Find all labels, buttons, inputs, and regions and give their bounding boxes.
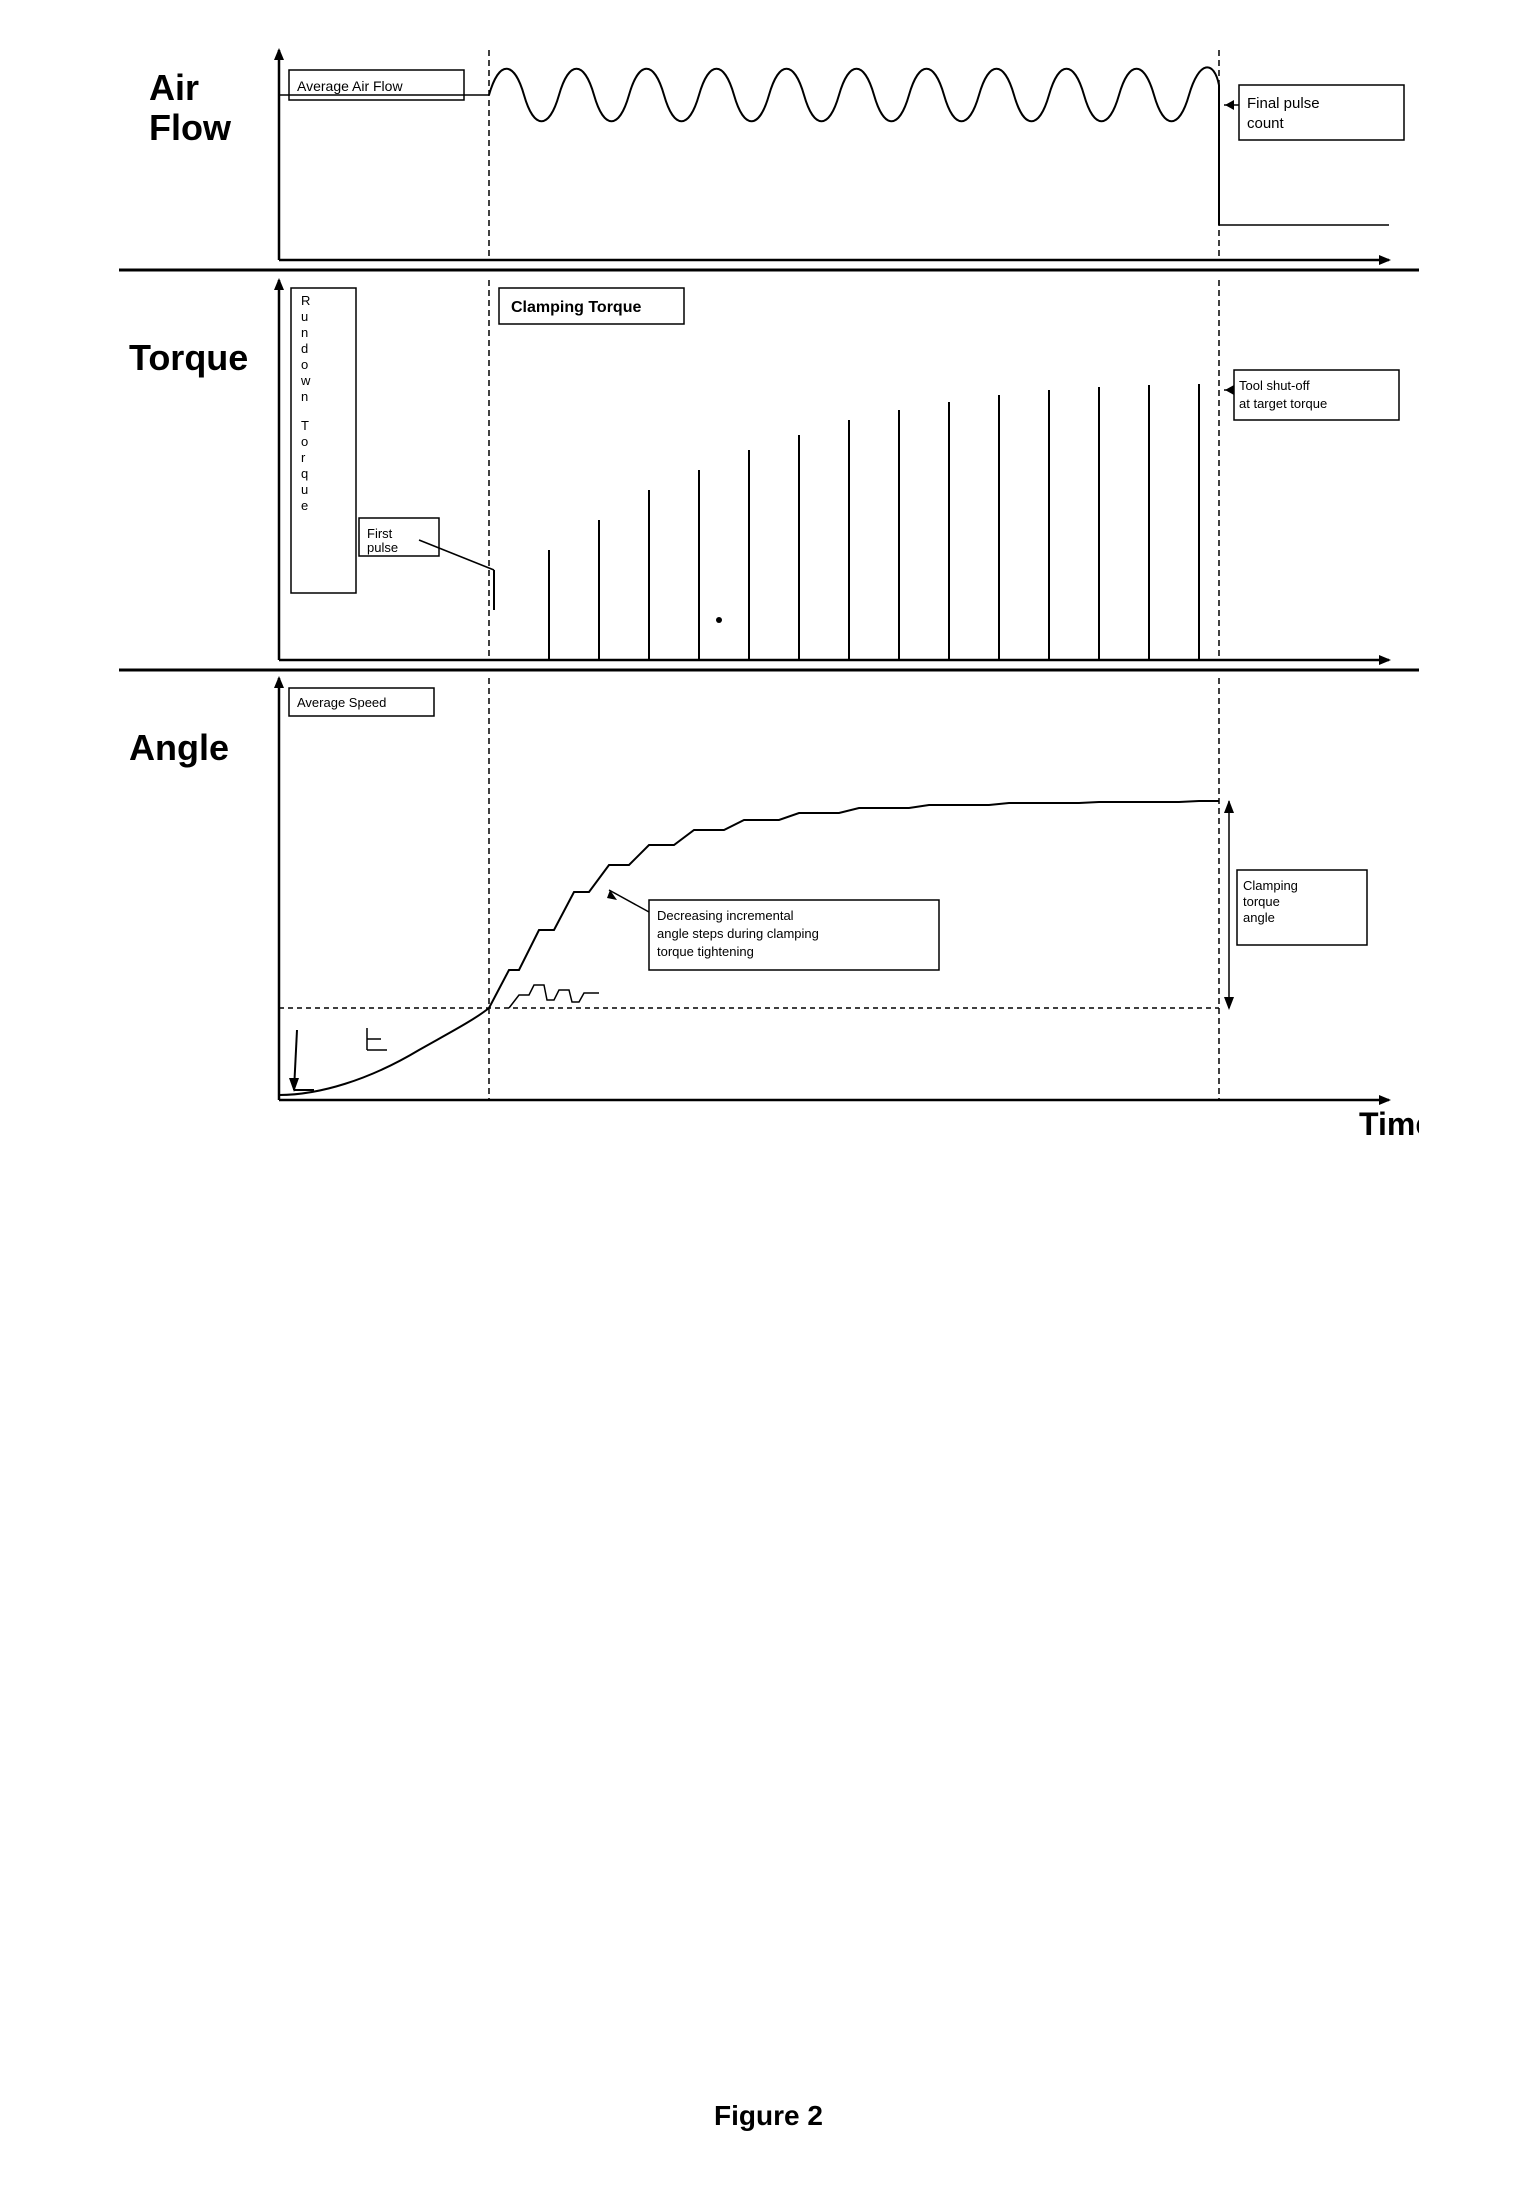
rundown-w: w: [300, 373, 311, 388]
dec-inc-angle-label2: angle steps during clamping: [657, 926, 819, 941]
first-pulse-label: First: [367, 526, 393, 541]
rundown-o: o: [301, 357, 308, 372]
clamping-torque-angle-label2: torque: [1243, 894, 1280, 909]
rundown-q: q: [301, 466, 308, 481]
final-pulse-count-label2: count: [1247, 115, 1285, 132]
rundown-r2: r: [301, 450, 306, 465]
clamping-torque-label: Clamping Torque: [511, 299, 641, 316]
figure-caption: Figure 2: [714, 2100, 823, 2132]
time-axis-label: Time: [1359, 1106, 1419, 1142]
angle-label: Angle: [129, 727, 229, 768]
main-diagram: Air Flow Average Air Flow: [119, 30, 1419, 2080]
first-pulse-label2: pulse: [367, 540, 398, 555]
avg-speed-label: Average Speed: [297, 695, 386, 710]
figure-container: Air Flow Average Air Flow: [119, 30, 1419, 2132]
final-pulse-count-label: Final pulse: [1247, 95, 1320, 112]
page: Air Flow Average Air Flow: [0, 0, 1537, 2192]
rundown-e: e: [301, 498, 308, 513]
air-flow-label: Air: [149, 67, 199, 108]
rundown-T: T: [301, 418, 309, 433]
rundown-r: R: [301, 293, 310, 308]
dec-inc-angle-label: Decreasing incremental: [657, 908, 794, 923]
dec-inc-angle-label3: torque tightening: [657, 944, 754, 959]
avg-air-flow-label: Average Air Flow: [297, 78, 403, 94]
torque-label: Torque: [129, 337, 248, 378]
tool-shutoff-label2: at target torque: [1239, 396, 1327, 411]
clamping-torque-angle-label: Clamping: [1243, 878, 1298, 893]
rundown-o2: o: [301, 434, 308, 449]
rundown-d: d: [301, 341, 308, 356]
rundown-u: u: [301, 309, 308, 324]
tool-shutoff-label: Tool shut-off: [1239, 378, 1310, 393]
rundown-n: n: [301, 325, 308, 340]
clamping-torque-angle-label3: angle: [1243, 910, 1275, 925]
air-flow-label2: Flow: [149, 107, 232, 148]
rundown-u2: u: [301, 482, 308, 497]
rundown-n: n: [301, 389, 308, 404]
